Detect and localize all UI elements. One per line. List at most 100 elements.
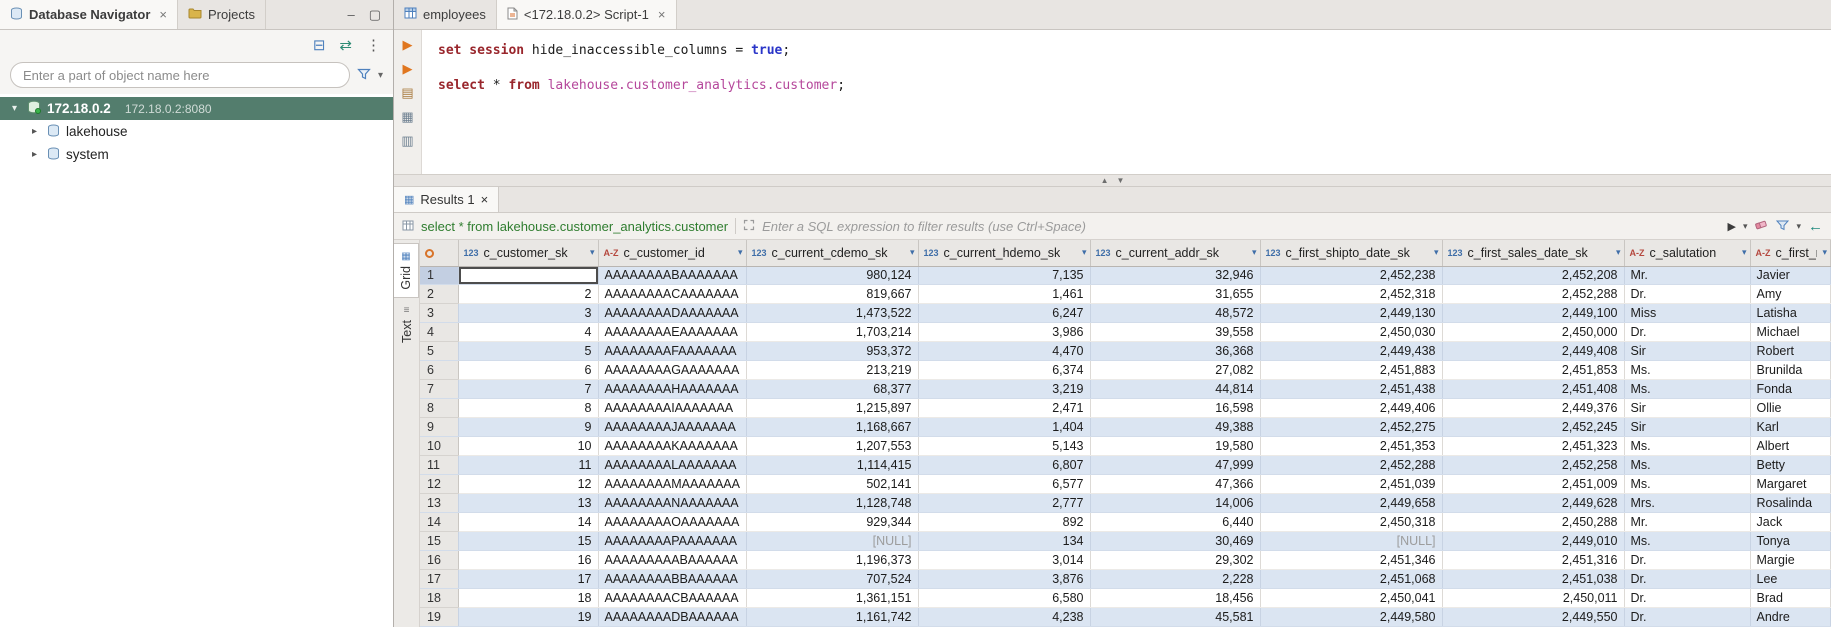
row-number[interactable]: 7 — [420, 380, 458, 399]
tree-item-lakehouse[interactable]: ▸ lakehouse — [0, 120, 393, 143]
row-number[interactable]: 10 — [420, 437, 458, 456]
grid-cell[interactable]: 2,452,318 — [1260, 285, 1442, 304]
column-filter-chevron-icon[interactable]: ▾ — [1082, 247, 1087, 258]
grid-cell[interactable]: Albert — [1750, 437, 1831, 456]
grid-cell[interactable]: 2,228 — [1090, 570, 1260, 589]
grid-cell[interactable]: Ollie — [1750, 399, 1831, 418]
row-number[interactable]: 13 — [420, 494, 458, 513]
tree-item-system[interactable]: ▸ system — [0, 143, 393, 166]
grid-cell[interactable]: Margie — [1750, 551, 1831, 570]
grid-cell[interactable]: Amy — [1750, 285, 1831, 304]
grid-cell[interactable]: 2,450,030 — [1260, 323, 1442, 342]
grid-cell[interactable] — [458, 266, 598, 285]
grid-cell[interactable]: 2,449,406 — [1260, 399, 1442, 418]
grid-cell[interactable]: 6,807 — [918, 456, 1090, 475]
search-input[interactable] — [10, 62, 350, 88]
grid-cell[interactable]: 213,219 — [746, 361, 918, 380]
grid-cell[interactable]: 32,946 — [1090, 266, 1260, 285]
row-number[interactable]: 8 — [420, 399, 458, 418]
row-number[interactable]: 3 — [420, 304, 458, 323]
grid-cell[interactable]: AAAAAAAACBAAAAAA — [598, 588, 746, 607]
row-number[interactable]: 15 — [420, 532, 458, 551]
link-with-editor-icon[interactable]: ⇄ — [339, 38, 352, 53]
filter-expression-input[interactable] — [762, 219, 1720, 234]
grid-cell[interactable]: 2,451,408 — [1442, 380, 1624, 399]
grid-cell[interactable]: Sir — [1624, 399, 1750, 418]
grid-cell[interactable]: Latisha — [1750, 304, 1831, 323]
grid-cell[interactable]: 16,598 — [1090, 399, 1260, 418]
grid-cell[interactable]: [NULL] — [746, 532, 918, 551]
grid-cell[interactable]: Robert — [1750, 342, 1831, 361]
grid-cell[interactable]: Mr. — [1624, 513, 1750, 532]
close-icon[interactable]: × — [658, 7, 666, 22]
grid-cell[interactable]: 47,999 — [1090, 456, 1260, 475]
grid-cell[interactable]: Betty — [1750, 456, 1831, 475]
grid-cell[interactable]: 5 — [458, 342, 598, 361]
tree-item-connection[interactable]: ▾ 172.18.0.2 172.18.0.2:8080 — [0, 97, 393, 120]
column-header-c_customer_id[interactable]: A-Zc_customer_id▾ — [598, 240, 746, 266]
grid-cell[interactable]: Dr. — [1624, 588, 1750, 607]
column-filter-chevron-icon[interactable]: ▾ — [1616, 247, 1621, 258]
grid-cell[interactable]: 2,451,323 — [1442, 437, 1624, 456]
grid-cell[interactable]: 2,449,130 — [1260, 304, 1442, 323]
grid-cell[interactable]: 31,655 — [1090, 285, 1260, 304]
grid-cell[interactable]: 1,161,742 — [746, 607, 918, 626]
collapsed-chevron-icon[interactable]: ▸ — [28, 149, 41, 160]
grid-cell[interactable]: 6,577 — [918, 475, 1090, 494]
grid-cell[interactable]: AAAAAAAAFAAAAAAA — [598, 342, 746, 361]
grid-cell[interactable]: AAAAAAAABAAAAAAA — [598, 266, 746, 285]
column-filter-chevron-icon[interactable]: ▾ — [1252, 247, 1257, 258]
grid-cell[interactable]: Ms. — [1624, 380, 1750, 399]
grid-cell[interactable]: 2,777 — [918, 494, 1090, 513]
grid-cell[interactable]: 2,451,438 — [1260, 380, 1442, 399]
grid-cell[interactable]: Ms. — [1624, 456, 1750, 475]
grid-cell[interactable]: AAAAAAAAEAAAAAAA — [598, 323, 746, 342]
grid-cell[interactable]: 2 — [458, 285, 598, 304]
grid-cell[interactable]: 6,440 — [1090, 513, 1260, 532]
grid-cell[interactable]: 17 — [458, 570, 598, 589]
grid-cell[interactable]: Andre — [1750, 607, 1831, 626]
grid-cell[interactable]: 2,450,041 — [1260, 588, 1442, 607]
column-header-c_current_hdemo_sk[interactable]: 123c_current_hdemo_sk▾ — [918, 240, 1090, 266]
row-number[interactable]: 14 — [420, 513, 458, 532]
sql-editor[interactable]: set session hide_inaccessible_columns = … — [422, 30, 1831, 174]
grid-cell[interactable]: Michael — [1750, 323, 1831, 342]
grid-cell[interactable]: 2,449,438 — [1260, 342, 1442, 361]
grid-cell[interactable]: Javier — [1750, 266, 1831, 285]
column-filter-chevron-icon[interactable]: ▾ — [910, 247, 915, 258]
grid-cell[interactable]: 2,452,258 — [1442, 456, 1624, 475]
grid-cell[interactable]: 1,207,553 — [746, 437, 918, 456]
results-view-text-tab[interactable]: ≡ Text — [394, 298, 419, 350]
grid-cell[interactable]: 13 — [458, 494, 598, 513]
grid-cell[interactable]: 3,219 — [918, 380, 1090, 399]
expand-chevron-icon[interactable]: ▾ — [8, 103, 21, 114]
grid-cell[interactable]: 1,473,522 — [746, 304, 918, 323]
grid-cell[interactable]: 2,451,316 — [1442, 551, 1624, 570]
tab-projects[interactable]: Projects — [178, 0, 266, 29]
collapse-up-icon[interactable]: ▲ — [1101, 176, 1109, 185]
maximize-panel-button[interactable]: ▢ — [369, 7, 381, 23]
grid-cell[interactable]: Miss — [1624, 304, 1750, 323]
grid-cell[interactable]: Dr. — [1624, 607, 1750, 626]
grid-cell[interactable]: 2,451,346 — [1260, 551, 1442, 570]
grid-cell[interactable]: 4,470 — [918, 342, 1090, 361]
output-icon[interactable]: ▥ — [401, 134, 413, 147]
grid-config-button[interactable] — [420, 240, 458, 266]
tab-database-navigator[interactable]: Database Navigator × — [0, 0, 178, 29]
grid-cell[interactable]: 3,876 — [918, 570, 1090, 589]
grid-cell[interactable]: Dr. — [1624, 551, 1750, 570]
grid-cell[interactable]: Dr. — [1624, 570, 1750, 589]
grid-cell[interactable]: AAAAAAAALAAAAAAA — [598, 456, 746, 475]
tab-script-1[interactable]: <172.18.0.2> Script-1 × — [497, 0, 677, 29]
collapsed-chevron-icon[interactable]: ▸ — [28, 126, 41, 137]
grid-cell[interactable]: 49,388 — [1090, 418, 1260, 437]
tab-results-1[interactable]: ▦ Results 1 × — [394, 187, 499, 212]
row-number[interactable]: 16 — [420, 551, 458, 570]
grid-cell[interactable]: 39,558 — [1090, 323, 1260, 342]
grid-cell[interactable]: AAAAAAAAABAAAAAA — [598, 551, 746, 570]
row-number[interactable]: 11 — [420, 456, 458, 475]
grid-cell[interactable]: 3 — [458, 304, 598, 323]
grid-cell[interactable]: 4,238 — [918, 607, 1090, 626]
grid-cell[interactable]: AAAAAAAAHAAAAAAA — [598, 380, 746, 399]
grid-cell[interactable]: Brunilda — [1750, 361, 1831, 380]
